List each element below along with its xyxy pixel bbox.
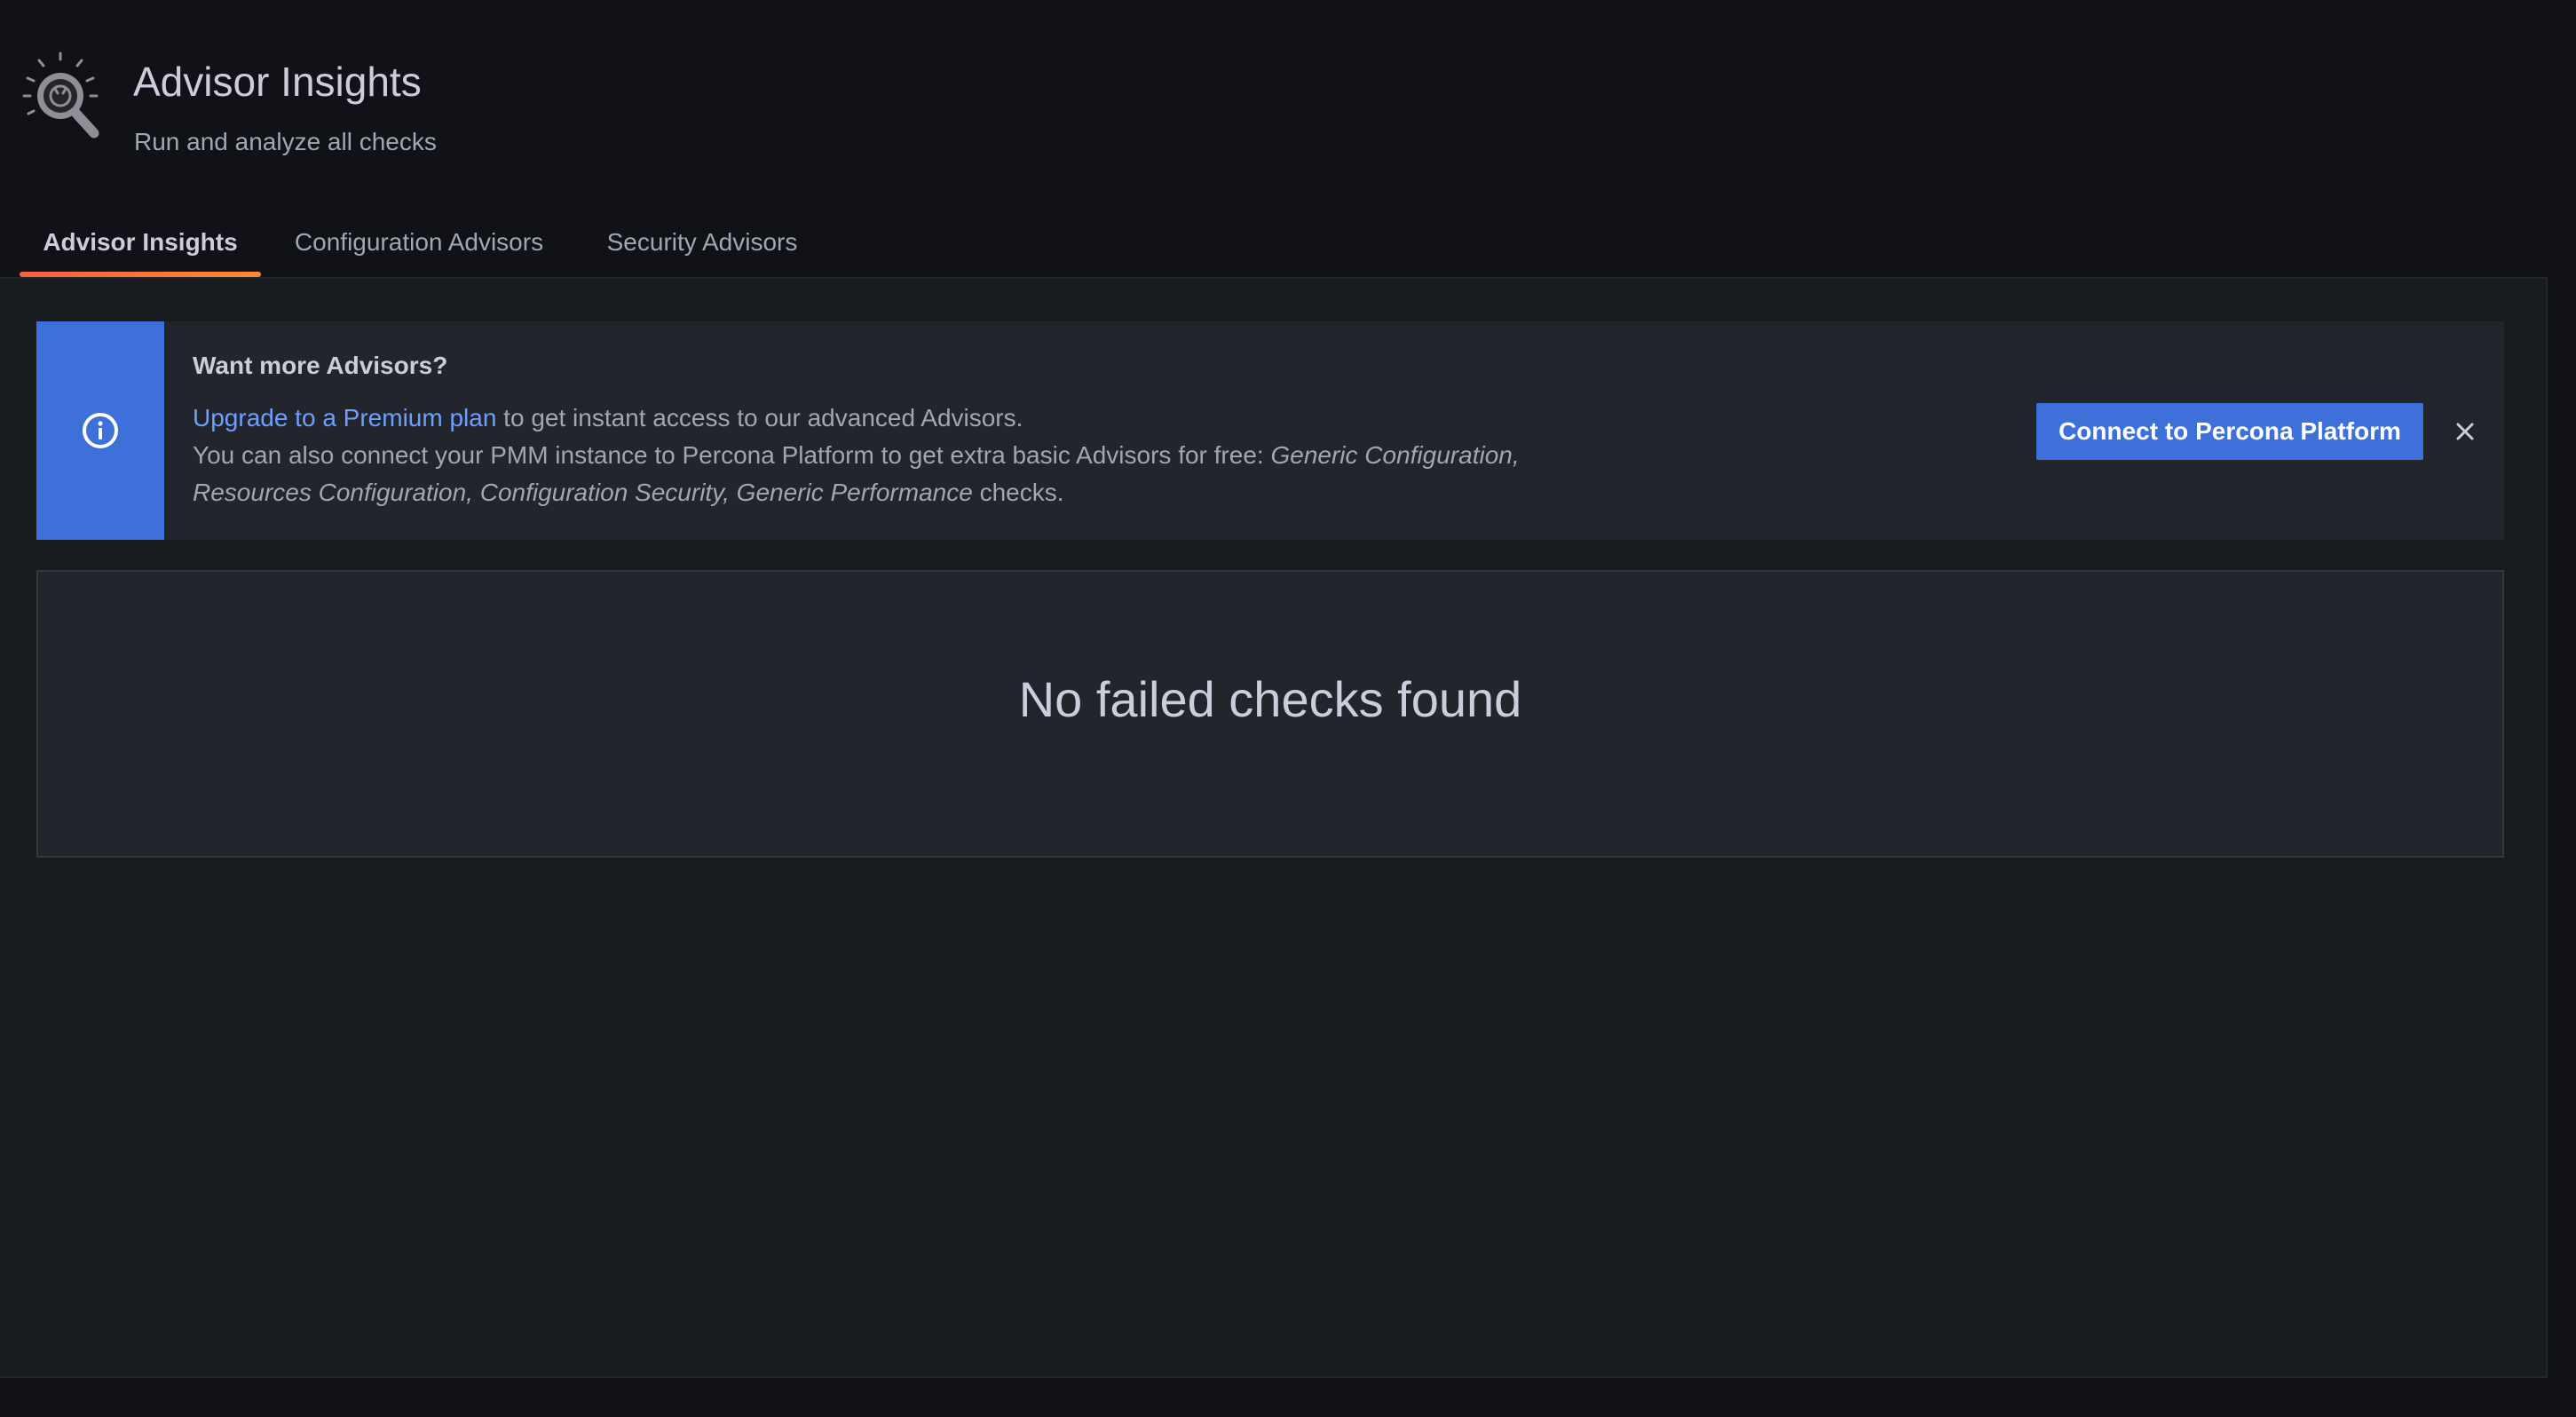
failed-checks-panel: No failed checks found xyxy=(36,570,2504,858)
info-circle-icon xyxy=(83,413,118,448)
empty-state-message: No failed checks found xyxy=(1018,671,1522,727)
upgrade-premium-link[interactable]: Upgrade to a Premium plan xyxy=(193,404,496,431)
page-title: Advisor Insights xyxy=(133,59,422,105)
alert-line-connect: You can also connect your PMM instance t… xyxy=(193,437,1520,474)
tab-advisor-insights[interactable]: Advisor Insights xyxy=(20,213,261,277)
connect-to-percona-platform-button[interactable]: Connect to Percona Platform xyxy=(2036,403,2423,460)
tab-label: Security Advisors xyxy=(606,228,798,256)
alert-icon-strip xyxy=(36,321,164,540)
alert-line3-italic: Resources Configuration, Configuration S… xyxy=(193,479,973,506)
alert-line2-text: You can also connect your PMM instance t… xyxy=(193,441,1271,469)
alert-line-checks: Resources Configuration, Configuration S… xyxy=(193,474,1064,511)
advisor-insights-icon xyxy=(22,51,99,139)
alert-line3-text: checks. xyxy=(972,479,1064,506)
close-icon[interactable] xyxy=(2451,417,2479,446)
advisor-insights-page: Advisor Insights Run and analyze all che… xyxy=(0,0,2576,1417)
tab-label: Advisor Insights xyxy=(43,228,238,256)
page-subtitle: Run and analyze all checks xyxy=(134,128,437,155)
alert-line-upgrade: Upgrade to a Premium plan to get instant… xyxy=(193,400,1023,437)
alert-title: Want more Advisors? xyxy=(193,352,448,379)
tab-label: Configuration Advisors xyxy=(294,228,544,256)
alert-line1-text: to get instant access to our advanced Ad… xyxy=(496,404,1023,431)
tab-bar: Advisor Insights Configuration Advisors … xyxy=(0,213,2576,277)
tab-security-advisors[interactable]: Security Advisors xyxy=(577,213,827,277)
upgrade-alert: Want more Advisors? Upgrade to a Premium… xyxy=(36,321,2504,540)
tab-configuration-advisors[interactable]: Configuration Advisors xyxy=(261,213,577,277)
alert-line2-italic: Generic Configuration, xyxy=(1270,441,1520,469)
